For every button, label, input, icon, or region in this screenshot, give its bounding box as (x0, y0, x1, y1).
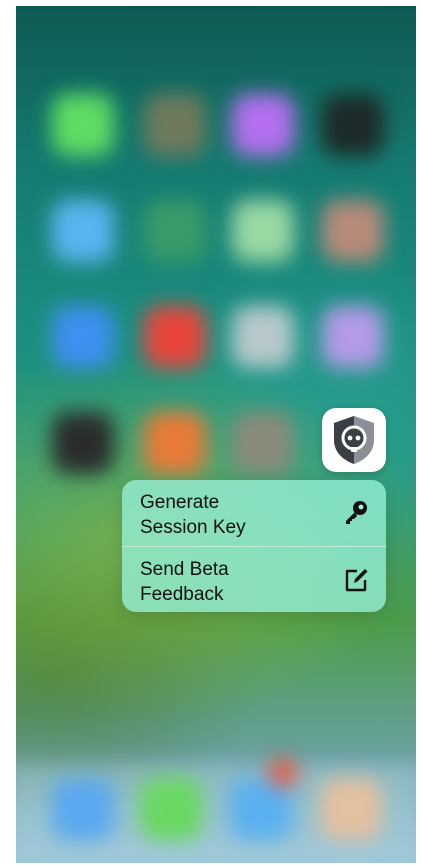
action-label: Generate Session Key (140, 492, 246, 538)
compose-icon (345, 569, 368, 592)
action-label: Send Beta Feedback (140, 559, 229, 605)
quick-actions-menu: Generate Session Key Send Beta Feedback (122, 480, 386, 612)
blurred-app-icon (232, 306, 294, 368)
app-icon[interactable] (322, 408, 386, 472)
blurred-dock-icon (52, 778, 114, 840)
blurred-app-icon (322, 306, 384, 368)
blurred-app-icon (232, 200, 294, 262)
blurred-badge (268, 758, 298, 788)
blurred-app-icon (144, 200, 206, 262)
shield-face-icon (334, 416, 374, 464)
blurred-app-icon (232, 94, 294, 156)
key-icon (346, 501, 367, 524)
home-screen: Generate Session Key Send Beta Feedback (16, 6, 416, 863)
send-beta-feedback-action[interactable]: Send Beta Feedback (122, 546, 386, 612)
generate-session-key-action[interactable]: Generate Session Key (122, 480, 386, 546)
blurred-dock-icon (140, 778, 202, 840)
blurred-app-icon (144, 94, 206, 156)
blurred-app-icon (322, 94, 384, 156)
blurred-app-icon (52, 200, 114, 262)
blurred-app-icon (144, 412, 206, 474)
blurred-app-icon (52, 306, 114, 368)
blurred-dock-icon (320, 778, 382, 840)
blurred-app-icon (52, 94, 114, 156)
blurred-app-icon (144, 306, 206, 368)
blurred-app-icon (52, 412, 114, 474)
blurred-app-icon (232, 412, 294, 474)
blurred-app-icon (322, 200, 384, 262)
